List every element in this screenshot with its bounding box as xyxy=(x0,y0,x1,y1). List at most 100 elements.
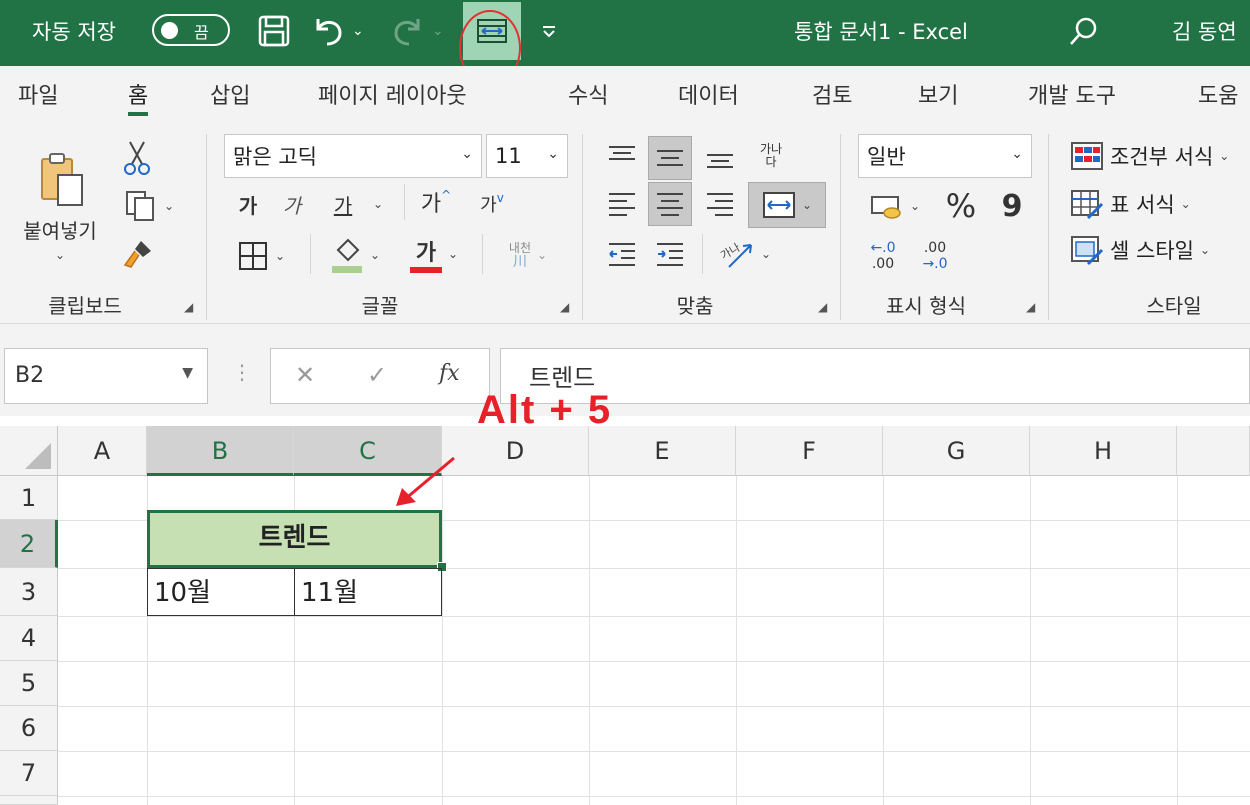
row-header-4[interactable]: 4 xyxy=(0,616,58,661)
user-name[interactable]: 김 동연 xyxy=(1172,0,1237,62)
decrease-decimal-button[interactable]: .00 →.0 xyxy=(912,234,958,278)
phonetic-guide-button[interactable]: 내천 川 ⌄ xyxy=(492,232,564,278)
tab-insert[interactable]: 삽입 xyxy=(210,78,250,116)
cell-b3[interactable]: 10월 xyxy=(147,568,295,616)
comma-style-button[interactable]: 9 xyxy=(992,184,1032,228)
format-painter-button[interactable] xyxy=(118,234,158,274)
tab-home[interactable]: 홈 xyxy=(128,78,149,116)
conditional-formatting-button[interactable]: 조건부 서식 ⌄ xyxy=(1070,136,1229,176)
grow-font-button[interactable]: 가 ^ xyxy=(412,182,460,222)
align-bottom-button[interactable] xyxy=(700,138,740,178)
search-button[interactable] xyxy=(1066,0,1102,62)
customize-qat-button[interactable] xyxy=(538,0,560,62)
column-header-d[interactable]: D xyxy=(442,426,589,476)
chevron-down-icon: ⌄ xyxy=(352,23,364,39)
cell-styles-button[interactable]: 셀 스타일 ⌄ xyxy=(1070,230,1210,270)
merged-cell-b2-c2[interactable]: 트렌드 xyxy=(147,510,442,568)
format-as-table-button[interactable]: 표 서식 ⌄ xyxy=(1070,184,1191,224)
select-all-corner[interactable] xyxy=(0,426,58,476)
italic-button[interactable]: 가 xyxy=(274,184,310,224)
orientation-button[interactable]: 가나 ⌄ xyxy=(712,232,778,276)
align-right-button[interactable] xyxy=(700,184,740,224)
chevron-down-icon: ⌄ xyxy=(432,23,444,39)
paste-button[interactable]: 붙여넣기 ⌄ xyxy=(10,140,110,270)
align-center-button[interactable] xyxy=(648,182,692,226)
launcher-icon[interactable]: ◢ xyxy=(818,300,827,314)
chevron-down-icon: ⌄ xyxy=(274,249,286,263)
column-header-h[interactable]: H xyxy=(1030,426,1177,476)
gridline xyxy=(58,616,1250,617)
tab-developer[interactable]: 개발 도구 xyxy=(1028,78,1116,116)
merge-center-button[interactable]: ⌄ xyxy=(748,182,826,228)
chevron-down-icon: ⌄ xyxy=(1219,149,1230,163)
row-header-6[interactable]: 6 xyxy=(0,706,58,751)
cell-c3[interactable]: 11월 xyxy=(294,568,442,616)
font-name-select[interactable]: 맑은 고딕 ⌄ xyxy=(224,134,482,178)
decrease-indent-button[interactable] xyxy=(602,234,642,274)
save-icon xyxy=(258,15,290,47)
borders-icon xyxy=(238,242,267,270)
font-size-select[interactable]: 11 ⌄ xyxy=(486,134,568,178)
group-label-alignment: 맞춤 xyxy=(676,294,714,318)
accounting-format-button[interactable]: ⌄ xyxy=(860,184,930,228)
undo-button[interactable]: ⌄ xyxy=(310,0,372,62)
group-separator xyxy=(840,134,841,320)
redo-button[interactable]: ⌄ xyxy=(390,0,452,62)
launcher-icon[interactable]: ◢ xyxy=(1026,300,1035,314)
orientation-icon: 가나 xyxy=(719,241,752,268)
increase-decimal-button[interactable]: ←.0 .00 xyxy=(860,234,906,278)
align-left-button[interactable] xyxy=(602,184,642,224)
tab-view[interactable]: 보기 xyxy=(918,78,958,116)
tab-formulas[interactable]: 수식 xyxy=(568,78,608,116)
autosave-toggle[interactable]: 끔 xyxy=(152,14,230,46)
shrink-font-button[interactable]: 가v xyxy=(470,184,514,224)
column-header-a[interactable]: A xyxy=(58,426,147,476)
tab-review[interactable]: 검토 xyxy=(812,78,852,116)
column-header-partial[interactable] xyxy=(1177,426,1250,476)
font-color-button[interactable]: 가 ⌄ xyxy=(400,230,468,278)
tab-help[interactable]: 도움 xyxy=(1198,78,1238,116)
increase-indent-button[interactable] xyxy=(650,234,690,274)
cancel-icon[interactable]: ✕ xyxy=(295,361,315,389)
formula-input[interactable]: 트렌드 xyxy=(500,348,1250,404)
column-header-f[interactable]: F xyxy=(736,426,883,476)
row-header-3[interactable]: 3 xyxy=(0,568,58,616)
fill-color-button[interactable]: ⌄ xyxy=(322,232,388,278)
underline-button[interactable]: 가 xyxy=(322,184,364,224)
row-header-partial[interactable] xyxy=(0,796,58,805)
wrap-text-bottom: 다 xyxy=(765,155,777,169)
row-header-5[interactable]: 5 xyxy=(0,661,58,706)
vertical-dots-icon[interactable]: ⋮ xyxy=(232,360,252,384)
insert-function-icon[interactable]: fx xyxy=(439,361,460,386)
tab-page-layout[interactable]: 페이지 레이아웃 xyxy=(318,78,467,116)
percent-style-button[interactable]: % xyxy=(938,184,984,228)
enter-icon[interactable]: ✓ xyxy=(367,361,387,389)
launcher-icon[interactable]: ◢ xyxy=(560,300,569,314)
tab-file[interactable]: 파일 xyxy=(18,78,58,116)
column-header-b[interactable]: B xyxy=(147,426,294,476)
underline-dropdown[interactable]: ⌄ xyxy=(368,184,388,224)
copy-button[interactable]: ⌄ xyxy=(116,186,182,226)
align-top-button[interactable] xyxy=(602,136,642,176)
cut-button[interactable] xyxy=(120,138,154,178)
worksheet-grid[interactable]: A B C D E F G H 1 2 3 4 5 6 7 트렌드 10월 11… xyxy=(0,416,1250,805)
gridline xyxy=(58,706,1250,707)
align-middle-button[interactable] xyxy=(648,136,692,180)
tab-data[interactable]: 데이터 xyxy=(678,78,739,116)
launcher-icon[interactable]: ◢ xyxy=(184,300,193,314)
row-header-2[interactable]: 2 xyxy=(0,520,58,568)
number-format-select[interactable]: 일반 ⌄ xyxy=(858,134,1032,178)
font-size-value: 11 xyxy=(495,144,522,168)
wrap-text-button[interactable]: 가나 다 xyxy=(746,134,796,178)
name-box[interactable]: B2 ▼ xyxy=(4,348,208,404)
save-button[interactable] xyxy=(254,0,294,62)
group-label-font: 글꼴 xyxy=(361,294,399,318)
column-header-e[interactable]: E xyxy=(589,426,736,476)
chevron-down-icon: ⌄ xyxy=(372,197,384,211)
bold-button[interactable]: 가 xyxy=(230,184,266,224)
column-header-g[interactable]: G xyxy=(883,426,1030,476)
merge-center-qat-button[interactable] xyxy=(463,2,521,60)
row-header-7[interactable]: 7 xyxy=(0,751,58,796)
borders-button[interactable]: ⌄ xyxy=(226,234,296,278)
row-header-1[interactable]: 1 xyxy=(0,476,58,520)
